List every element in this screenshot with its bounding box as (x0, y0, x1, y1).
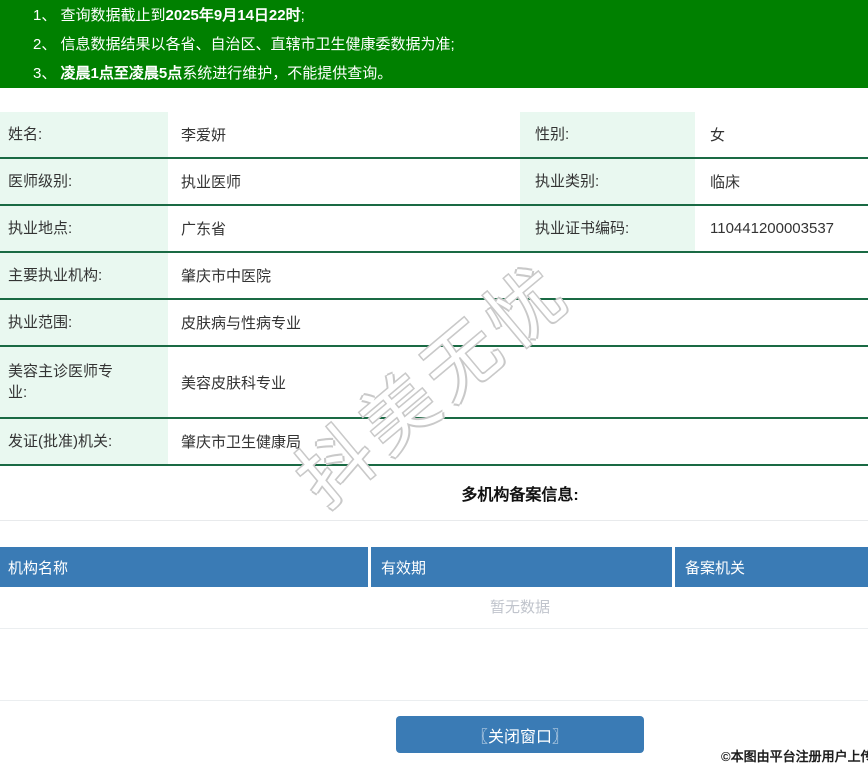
name-label: 姓名: (0, 112, 168, 157)
table-row: 姓名: 李爱妍 性别: 女 (0, 112, 868, 159)
table-row: 主要执业机构: 肇庆市中医院 (0, 253, 868, 300)
issuing-authority-value: 肇庆市卫生健康局 (181, 434, 302, 451)
table-row: 医师级别: 执业医师 执业类别: 临床 (0, 159, 868, 206)
table-row: 发证(批准)机关: 肇庆市卫生健康局 (0, 419, 868, 466)
notice-line-1: 1、 查询数据截止到2025年9月14日22时; (33, 7, 305, 24)
column-header-validity-period: 有效期 (371, 547, 672, 587)
name-value: 李爱妍 (181, 127, 227, 144)
gender-label: 性别: (520, 112, 695, 157)
empty-data-placeholder: 暂无数据 (0, 587, 868, 629)
table-row: 执业范围: 皮肤病与性病专业 (0, 300, 868, 347)
doctor-level-value: 执业医师 (181, 174, 242, 191)
notice-line-3: 3、 凌晨1点至凌晨5点系统进行维护，不能提供查询。 (33, 65, 393, 82)
notice-number: 1、 (33, 7, 57, 24)
multi-org-table-header: 机构名称 有效期 备案机关 (0, 547, 868, 587)
license-number-label: 执业证书编码: (520, 206, 695, 251)
table-row: 执业地点: 广东省 执业证书编码: 110441200003537 (0, 206, 868, 253)
uploader-stamp-text: ©本图由平台注册用户上传 (721, 749, 868, 764)
practice-category-label: 执业类别: (520, 159, 695, 204)
notice-banner: 1、 查询数据截止到2025年9月14日22时; 2、 信息数据结果以各省、自治… (0, 0, 868, 88)
gender-value: 女 (710, 127, 726, 144)
main-institution-label: 主要执业机构: (0, 253, 168, 298)
issuing-authority-label: 发证(批准)机关: (0, 419, 168, 464)
doctor-level-label: 医师级别: (0, 159, 168, 204)
notice-number: 2、 (33, 36, 57, 53)
practice-category-value: 临床 (710, 174, 741, 191)
doctor-details-table: 姓名: 李爱妍 性别: 女 医师级别: 执业医师 执业类别: 临床 执业地点: … (0, 112, 868, 466)
license-number-value: 110441200003537 (710, 220, 835, 237)
table-row: 美容主诊医师专业: 美容皮肤科专业 (0, 347, 868, 419)
close-window-button[interactable]: 〖关闭窗口〗 (396, 716, 644, 753)
main-institution-value: 肇庆市中医院 (181, 268, 272, 285)
practice-scope-label: 执业范围: (0, 300, 168, 345)
column-header-record-authority: 备案机关 (675, 547, 868, 587)
page-container: 1、 查询数据截止到2025年9月14日22时; 2、 信息数据结果以各省、自治… (0, 0, 868, 753)
practice-scope-value: 皮肤病与性病专业 (181, 315, 302, 332)
practice-location-label: 执业地点: (0, 206, 168, 251)
column-header-institution-name: 机构名称 (0, 547, 368, 587)
cosmetic-specialty-value: 美容皮肤科专业 (181, 374, 287, 392)
multi-org-section-title: 多机构备案信息: (0, 481, 868, 521)
cosmetic-specialty-label: 美容主诊医师专业: (0, 347, 168, 417)
notice-number: 3、 (33, 65, 57, 82)
spacer-row (0, 629, 868, 701)
practice-location-value: 广东省 (181, 221, 227, 238)
notice-line-2: 2、 信息数据结果以各省、自治区、直辖市卫生健康委数据为准; (33, 36, 455, 53)
